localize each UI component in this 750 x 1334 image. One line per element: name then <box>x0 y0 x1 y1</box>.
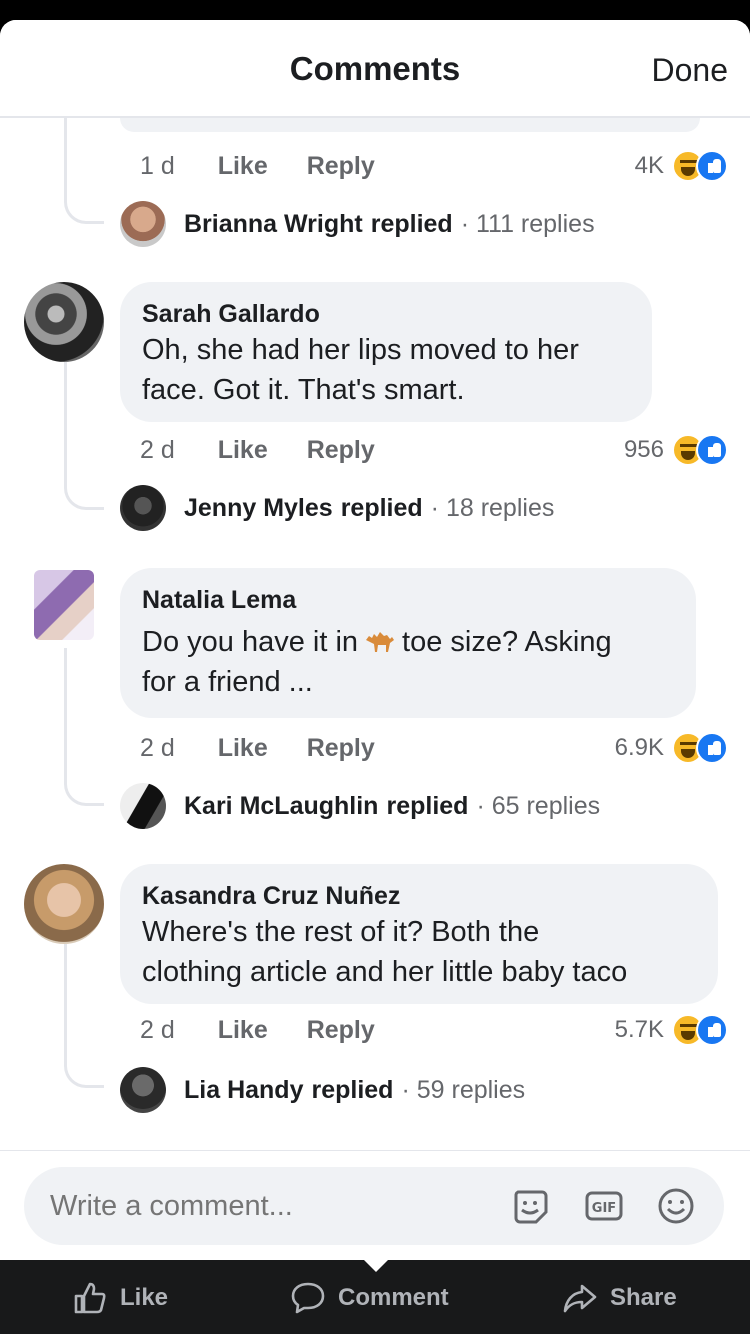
reply-count: · 65 replies <box>476 791 601 820</box>
comment-time: 1 d <box>140 152 175 180</box>
view-replies-link[interactable]: Jenny Myles replied · 18 replies <box>120 482 554 534</box>
reply-author: Kari McLaughlin <box>184 791 379 820</box>
like-action-label: Like <box>120 1284 169 1311</box>
comments-list[interactable]: 1 d Like Reply 4K Brianna Wright replied… <box>0 118 750 1150</box>
gif-icon[interactable]: GIF <box>584 1186 624 1226</box>
comment-bubble-icon <box>291 1282 325 1314</box>
sheet-pointer <box>362 1258 390 1272</box>
thread-line <box>64 362 67 478</box>
comment-actions: 2 d Like Reply <box>140 734 407 763</box>
avatar <box>120 1067 166 1113</box>
replied-label: replied <box>370 209 453 238</box>
page-title: Comments <box>289 50 461 87</box>
like-reaction-icon <box>696 150 728 182</box>
like-action[interactable]: Like <box>72 1280 168 1316</box>
reply-button[interactable]: Reply <box>307 1016 375 1044</box>
avatar <box>120 783 166 829</box>
view-replies-link[interactable]: Kari McLaughlin replied · 65 replies <box>120 780 600 832</box>
avatar[interactable] <box>24 864 104 944</box>
comment-text-line: Oh, she had her lips moved to her <box>142 334 579 366</box>
comment-action-label: Comment <box>338 1284 449 1311</box>
comment-text-part: Do you have it in <box>142 626 359 658</box>
reply-count: · 59 replies <box>401 1075 526 1104</box>
reaction-count: 956 <box>623 436 664 463</box>
bottom-action-bar: Like Comment Share <box>0 1258 750 1334</box>
like-reaction-icon <box>696 732 728 764</box>
reaction-count: 4K <box>634 152 664 179</box>
reaction-summary[interactable]: 5.7K <box>615 1012 728 1048</box>
comment-time: 2 d <box>140 436 175 464</box>
reaction-summary[interactable]: 956 <box>624 432 728 468</box>
reaction-summary[interactable]: 4K <box>635 148 728 184</box>
share-arrow-icon <box>563 1284 597 1313</box>
emoji-icon[interactable] <box>656 1186 696 1226</box>
comment-author[interactable]: Kasandra Cruz Nuñez <box>142 880 696 912</box>
comment-composer[interactable]: GIF <box>24 1167 724 1245</box>
previous-comment-bubble <box>120 118 700 132</box>
share-action[interactable]: Share <box>562 1280 677 1316</box>
like-button[interactable]: Like <box>218 734 268 762</box>
reply-button[interactable]: Reply <box>307 436 375 464</box>
replied-label: replied <box>340 493 423 522</box>
comment-text-line: for a friend ... <box>142 666 313 698</box>
thread-connector <box>64 184 104 224</box>
avatar <box>120 485 166 531</box>
reply-button[interactable]: Reply <box>307 734 375 762</box>
comment-time: 2 d <box>140 734 175 762</box>
thread-connector <box>64 470 104 510</box>
comment-time: 2 d <box>140 1016 175 1044</box>
comment-text-part: toe size? Asking <box>402 626 612 658</box>
status-bar <box>0 0 750 20</box>
camel-emoji-icon <box>364 625 396 652</box>
avatar[interactable] <box>24 282 104 362</box>
like-reaction-icon <box>696 434 728 466</box>
thread-line <box>64 648 67 774</box>
comment-author[interactable]: Sarah Gallardo <box>142 298 630 330</box>
comment-input[interactable] <box>50 1167 470 1245</box>
share-action-label: Share <box>610 1284 677 1311</box>
comment-bubble: Kasandra Cruz Nuñez Where's the rest of … <box>120 864 718 1004</box>
comment-bubble: Natalia Lema Do you have it in toe size? … <box>120 568 696 718</box>
reaction-count: 5.7K <box>614 1016 664 1043</box>
comments-header: Comments Done <box>0 20 750 118</box>
like-button[interactable]: Like <box>218 436 268 464</box>
comment-text-line: clothing article and her little baby tac… <box>142 956 628 988</box>
thumbs-up-icon <box>74 1282 106 1314</box>
avatar <box>120 201 166 247</box>
like-button[interactable]: Like <box>218 152 268 180</box>
like-reaction-icon <box>696 1014 728 1046</box>
svg-text:GIF: GIF <box>592 1201 616 1216</box>
reply-count: · 111 replies <box>460 209 595 238</box>
view-replies-link[interactable]: Lia Handy replied · 59 replies <box>120 1064 525 1116</box>
reply-button[interactable]: Reply <box>307 152 375 180</box>
comment-composer-area: GIF <box>0 1150 750 1260</box>
comment-author[interactable]: Natalia Lema <box>142 584 674 616</box>
view-replies-link[interactable]: Brianna Wright replied · 111 replies <box>120 198 595 250</box>
reaction-summary[interactable]: 6.9K <box>615 730 728 766</box>
avatar[interactable] <box>34 570 94 640</box>
comment-actions: 1 d Like Reply <box>140 152 407 181</box>
reply-count: · 18 replies <box>430 493 555 522</box>
reaction-count: 6.9K <box>614 734 664 761</box>
reply-author: Lia Handy <box>184 1075 304 1104</box>
comment-text-line: Do you have it in toe size? Asking <box>142 622 674 662</box>
reply-author: Brianna Wright <box>184 209 363 238</box>
replied-label: replied <box>311 1075 394 1104</box>
replied-label: replied <box>386 791 469 820</box>
thread-connector <box>64 1048 104 1088</box>
thread-line <box>64 944 67 1056</box>
comment-bubble: Sarah Gallardo Oh, she had her lips move… <box>120 282 652 422</box>
thread-connector <box>64 766 104 806</box>
comments-sheet: Comments Done 1 d Like Reply 4K Brianna … <box>0 20 750 1260</box>
comment-text-line: face. Got it. That's smart. <box>142 374 465 406</box>
comment-action[interactable]: Comment <box>290 1280 449 1316</box>
comment-actions: 2 d Like Reply <box>140 1016 407 1045</box>
comment-actions: 2 d Like Reply <box>140 436 407 465</box>
done-button[interactable]: Done <box>652 52 729 89</box>
sticker-icon[interactable] <box>510 1186 550 1226</box>
reply-author: Jenny Myles <box>184 493 333 522</box>
comment-text-line: Where's the rest of it? Both the <box>142 916 540 948</box>
like-button[interactable]: Like <box>218 1016 268 1044</box>
